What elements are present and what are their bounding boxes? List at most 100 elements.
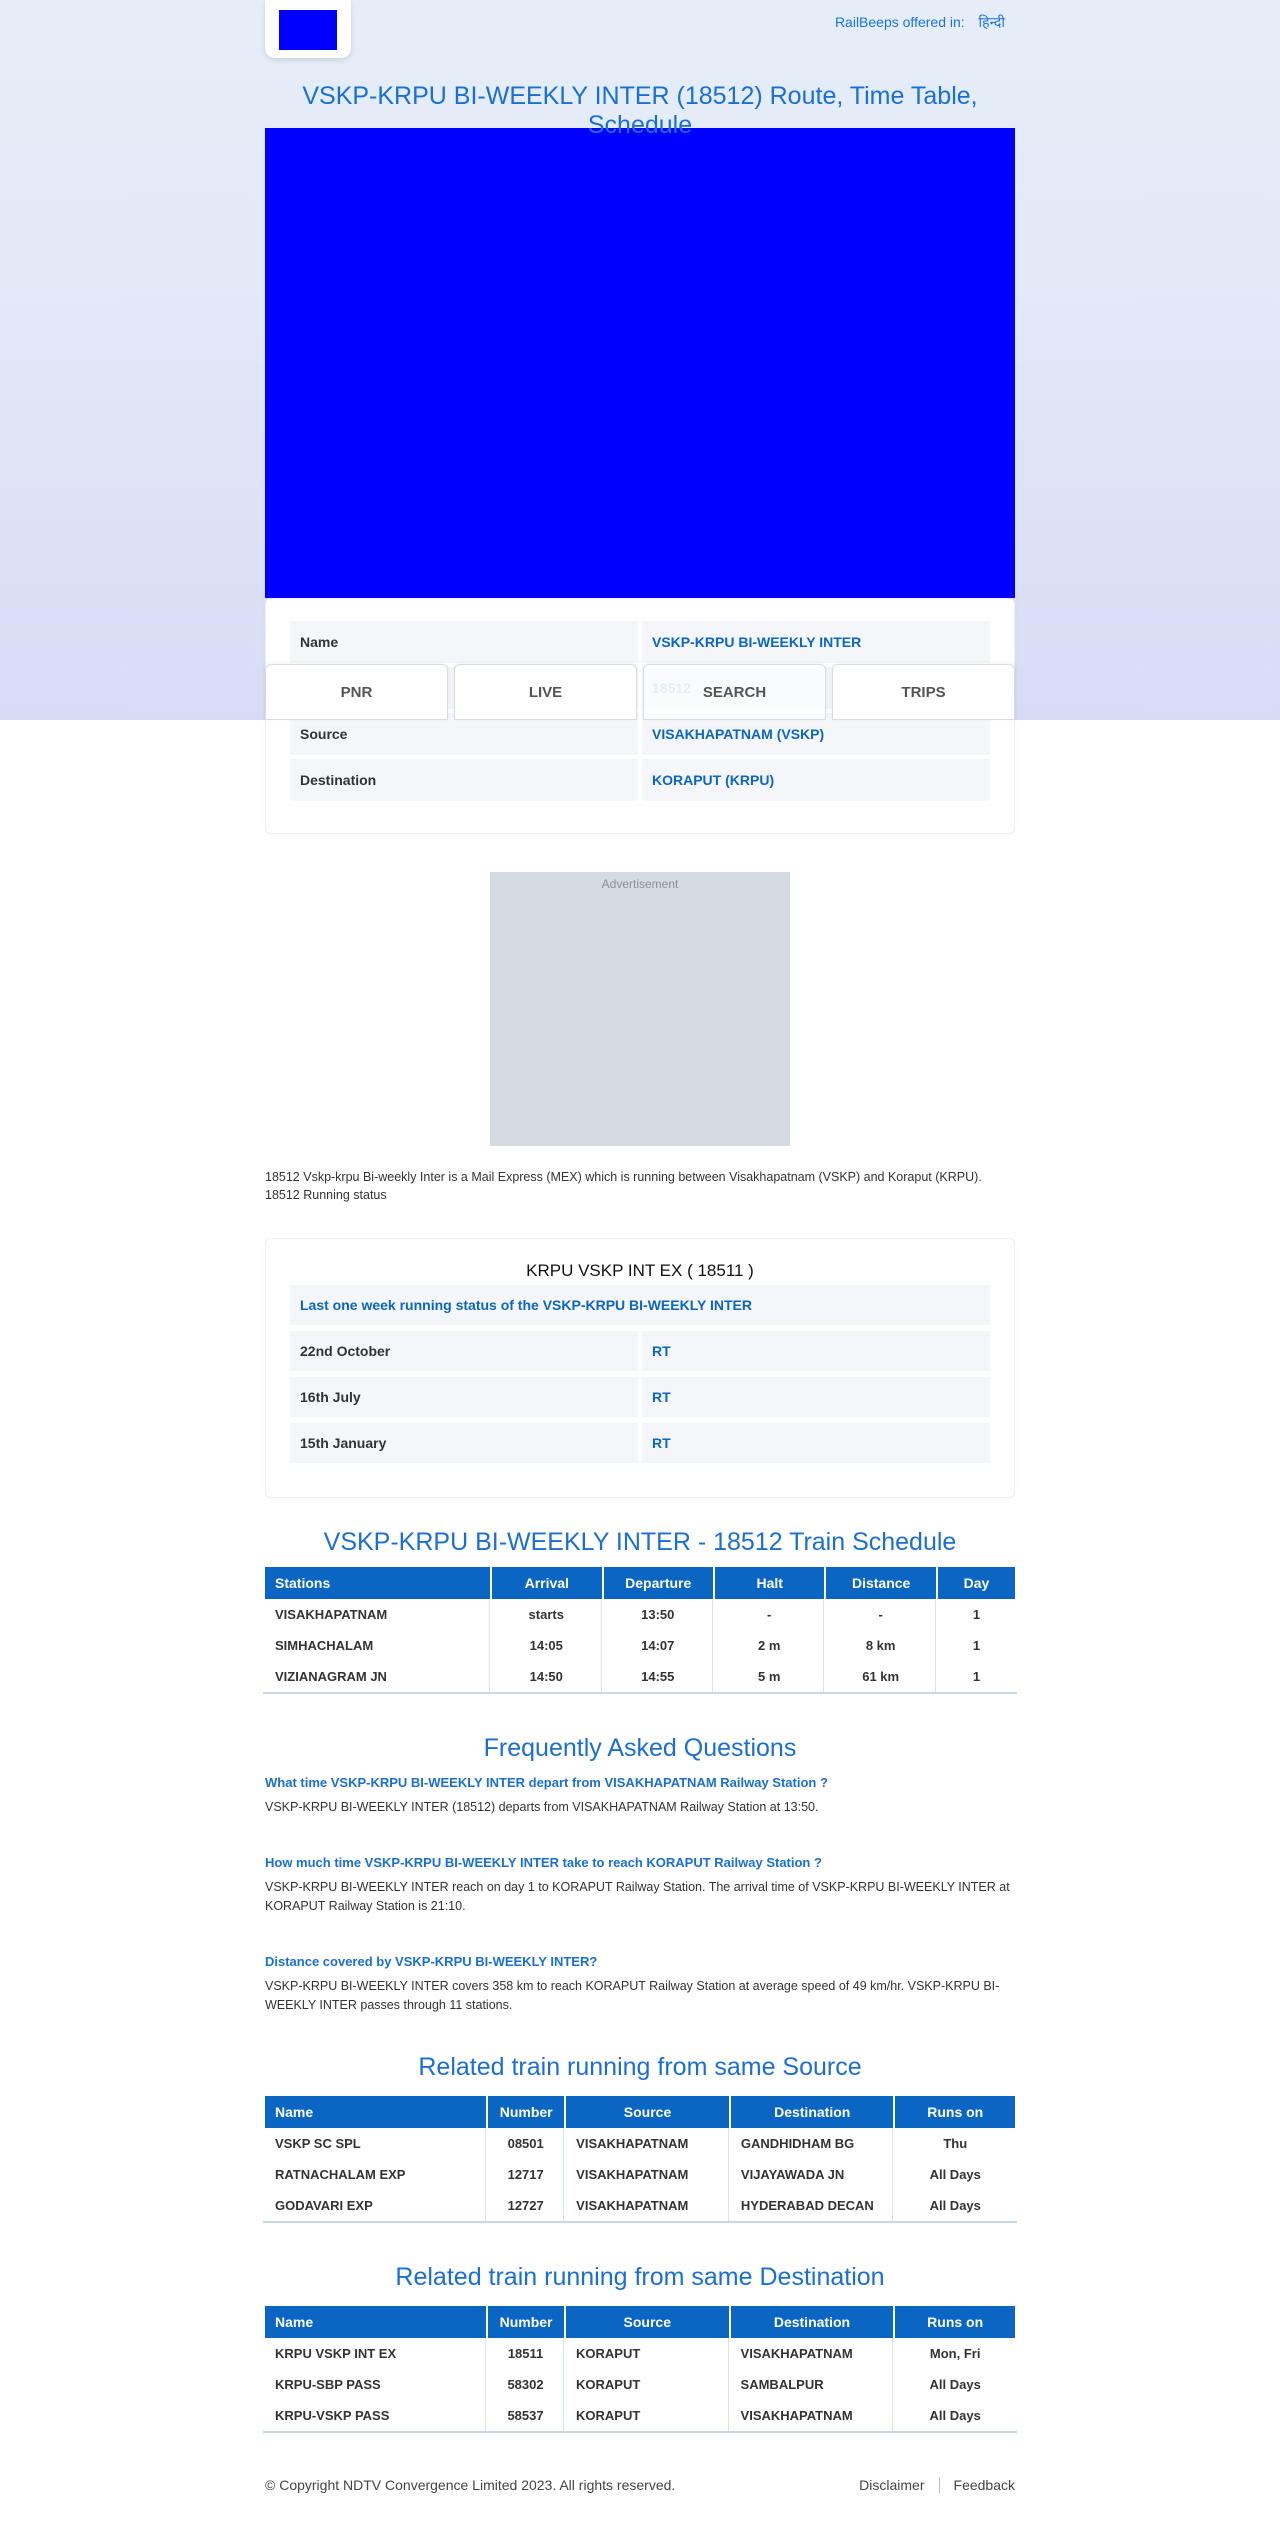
language-offer: RailBeeps offered in: हिन्दी xyxy=(835,13,1005,32)
source-cell: KORAPUT xyxy=(566,2369,729,2400)
site-header: RailBeeps offered in: हिन्दी xyxy=(265,0,1015,60)
status-value: RT xyxy=(642,1377,990,1417)
runs-on-cell: All Days xyxy=(929,2198,981,2213)
train-number-cell: 58302 xyxy=(488,2369,565,2400)
faq-item: Distance covered by VSKP-KRPU BI-WEEKLY … xyxy=(265,1954,1015,2015)
departure-cell: 13:50 xyxy=(604,1599,713,1630)
halt-cell: 2 m xyxy=(715,1630,825,1661)
distance-cell: 8 km xyxy=(826,1630,936,1661)
status-date: 15th January xyxy=(290,1423,638,1463)
halt-cell: 5 m xyxy=(715,1661,825,1692)
runs-on-cell: Thu xyxy=(943,2136,968,2151)
advertisement-slot[interactable]: Advertisement xyxy=(490,872,790,1146)
train-name-cell[interactable]: VSKP SC SPL xyxy=(265,2128,487,2159)
distance-cell: 61 km xyxy=(826,1661,936,1692)
info-value: VSKP-KRPU BI-WEEKLY INTER xyxy=(642,621,990,663)
running-status-subtitle: Last one week running status of the VSKP… xyxy=(290,1285,990,1325)
status-row: 22nd October RT xyxy=(290,1331,990,1371)
train-number-cell: 18511 xyxy=(488,2338,565,2369)
day-cell: 1 xyxy=(972,1669,981,1684)
train-name-cell[interactable]: KRPU-SBP PASS xyxy=(265,2369,487,2400)
col-number: Number xyxy=(488,2306,565,2338)
table-row[interactable]: KRPU VSKP INT EX 18511 KORAPUT VISAKHAPA… xyxy=(265,2338,1015,2369)
feedback-link[interactable]: Feedback xyxy=(954,2477,1015,2493)
tab-pnr[interactable]: PNR xyxy=(265,664,448,720)
departure-cell: 14:55 xyxy=(604,1661,713,1692)
related-destination-header-row: Name Number Source Destination Runs on xyxy=(265,2306,1015,2338)
related-source-header-row: Name Number Source Destination Runs on xyxy=(265,2096,1015,2128)
arrival-cell: 14:50 xyxy=(492,1661,602,1692)
train-name-cell[interactable]: KRPU-VSKP PASS xyxy=(265,2400,487,2431)
tab-search[interactable]: SEARCH xyxy=(643,664,826,720)
col-number: Number xyxy=(488,2096,565,2128)
status-date: 22nd October xyxy=(290,1331,638,1371)
related-source-title: Related train running from same Source xyxy=(418,2053,862,2081)
advertisement-label: Advertisement xyxy=(601,877,679,891)
runs-on-cell: All Days xyxy=(929,2377,981,2392)
station-cell: VIZIANAGRAM JN xyxy=(265,1661,491,1692)
train-name-cell[interactable]: GODAVARI EXP xyxy=(265,2190,487,2221)
source-cell: VISAKHAPATNAM xyxy=(566,2128,729,2159)
destination-cell: GANDHIDHAM BG xyxy=(731,2128,894,2159)
table-row[interactable]: KRPU-SBP PASS 58302 KORAPUT SAMBALPUR Al… xyxy=(265,2369,1015,2400)
language-offer-label: RailBeeps offered in: xyxy=(834,14,965,30)
col-source: Source xyxy=(566,2306,729,2338)
day-cell: 1 xyxy=(972,1607,981,1622)
info-key: Name xyxy=(290,621,638,663)
day-cell: 1 xyxy=(972,1638,981,1653)
faq-item: How much time VSKP-KRPU BI-WEEKLY INTER … xyxy=(265,1855,1015,1916)
faq-answer: VSKP-KRPU BI-WEEKLY INTER (18512) depart… xyxy=(265,1800,819,1814)
running-status-card: KRPU VSKP INT EX ( 18511 ) Last one week… xyxy=(265,1238,1015,1498)
banner-image xyxy=(265,128,1015,598)
distance-cell: - xyxy=(826,1599,936,1630)
train-name-cell[interactable]: KRPU VSKP INT EX xyxy=(265,2338,487,2369)
faq-answer: VSKP-KRPU BI-WEEKLY INTER covers 358 km … xyxy=(265,1979,1000,2012)
runs-on-cell: All Days xyxy=(929,2167,981,2182)
disclaimer-link[interactable]: Disclaimer xyxy=(859,2477,924,2493)
tab-live[interactable]: LIVE xyxy=(454,664,637,720)
schedule-title: VSKP-KRPU BI-WEEKLY INTER - 18512 Train … xyxy=(323,1528,957,1556)
arrival-cell: starts xyxy=(492,1599,602,1630)
train-number-cell: 08501 xyxy=(488,2128,565,2159)
language-link-hindi[interactable]: हिन्दी xyxy=(979,14,1005,30)
site-footer: © Copyright NDTV Convergence Limited 202… xyxy=(265,2477,1015,2493)
table-row[interactable]: KRPU-VSKP PASS 58537 KORAPUT VISAKHAPATN… xyxy=(265,2400,1015,2431)
table-row: VISAKHAPATNAM starts 13:50 - - 1 xyxy=(265,1599,1015,1630)
faq-question: What time VSKP-KRPU BI-WEEKLY INTER depa… xyxy=(265,1775,828,1790)
col-arrival: Arrival xyxy=(492,1567,602,1599)
destination-cell: HYDERABAD DECAN xyxy=(731,2190,894,2221)
copyright-text: © Copyright NDTV Convergence Limited 202… xyxy=(265,2477,676,2493)
schedule-table: Stations Arrival Departure Halt Distance… xyxy=(263,1567,1017,1694)
source-cell: VISAKHAPATNAM xyxy=(566,2159,729,2190)
train-number-cell: 12727 xyxy=(488,2190,565,2221)
train-number-cell: 12717 xyxy=(488,2159,565,2190)
faq-question: Distance covered by VSKP-KRPU BI-WEEKLY … xyxy=(265,1954,598,1969)
faq-answer: VSKP-KRPU BI-WEEKLY INTER reach on day 1… xyxy=(265,1880,1010,1913)
tab-trips[interactable]: TRIPS xyxy=(832,664,1015,720)
table-row[interactable]: RATNACHALAM EXP 12717 VISAKHAPATNAM VIJA… xyxy=(265,2159,1015,2190)
departure-cell: 14:07 xyxy=(604,1630,713,1661)
logo-link[interactable] xyxy=(265,0,351,58)
related-destination-table: Name Number Source Destination Runs on K… xyxy=(263,2306,1017,2433)
train-description: 18512 Vskp-krpu Bi-weekly Inter is a Mai… xyxy=(265,1170,982,1202)
table-row: VIZIANAGRAM JN 14:50 14:55 5 m 61 km 1 xyxy=(265,1661,1015,1692)
destination-cell: VISAKHAPATNAM xyxy=(731,2338,894,2369)
status-value: RT xyxy=(642,1423,990,1463)
running-status-title: KRPU VSKP INT EX ( 18511 ) xyxy=(526,1261,754,1280)
col-day: Day xyxy=(937,1567,1015,1599)
col-halt: Halt xyxy=(714,1567,825,1599)
table-row[interactable]: VSKP SC SPL 08501 VISAKHAPATNAM GANDHIDH… xyxy=(265,2128,1015,2159)
table-row: SIMHACHALAM 14:05 14:07 2 m 8 km 1 xyxy=(265,1630,1015,1661)
footer-divider xyxy=(938,2477,940,2493)
train-name-cell[interactable]: RATNACHALAM EXP xyxy=(265,2159,487,2190)
status-date: 16th July xyxy=(290,1377,638,1417)
table-row[interactable]: GODAVARI EXP 12727 VISAKHAPATNAM HYDERAB… xyxy=(265,2190,1015,2221)
faq-question: How much time VSKP-KRPU BI-WEEKLY INTER … xyxy=(265,1855,822,1870)
status-value: RT xyxy=(642,1331,990,1371)
info-row-name: Name VSKP-KRPU BI-WEEKLY INTER xyxy=(290,621,990,663)
destination-cell: SAMBALPUR xyxy=(731,2369,894,2400)
info-row-destination: Destination KORAPUT (KRPU) xyxy=(290,759,990,801)
source-cell: VISAKHAPATNAM xyxy=(566,2190,729,2221)
col-name: Name xyxy=(265,2096,487,2128)
col-destination: Destination xyxy=(730,2096,894,2128)
